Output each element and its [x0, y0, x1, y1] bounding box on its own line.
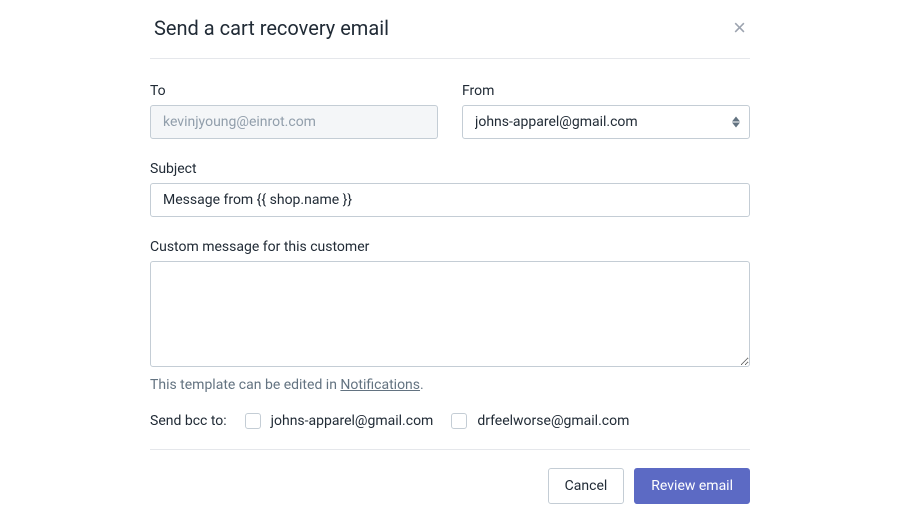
to-input	[150, 105, 438, 139]
message-field: Custom message for this customer	[150, 239, 750, 367]
helper-prefix: This template can be edited in	[150, 377, 340, 393]
from-label: From	[462, 83, 750, 99]
message-label: Custom message for this customer	[150, 239, 750, 255]
to-label: To	[150, 83, 438, 99]
bcc-label: Send bcc to:	[150, 413, 227, 429]
cancel-button[interactable]: Cancel	[548, 468, 625, 504]
close-icon: ×	[733, 15, 746, 40]
modal-header: Send a cart recovery email ×	[150, 0, 750, 59]
cart-recovery-email-modal: Send a cart recovery email × To From joh…	[150, 0, 750, 508]
message-textarea[interactable]	[150, 261, 750, 367]
modal-title: Send a cart recovery email	[154, 16, 389, 40]
bcc-checkbox-1[interactable]	[451, 413, 467, 429]
bcc-checkbox-0[interactable]	[245, 413, 261, 429]
to-field: To	[150, 83, 438, 139]
from-select-wrap: johns-apparel@gmail.com	[462, 105, 750, 139]
helper-text: This template can be edited in Notificat…	[150, 377, 750, 393]
subject-label: Subject	[150, 161, 750, 177]
close-button[interactable]: ×	[729, 17, 750, 39]
modal-footer: Cancel Review email	[150, 468, 750, 508]
bcc-email-0: johns-apparel@gmail.com	[271, 413, 434, 429]
subject-input[interactable]	[150, 183, 750, 217]
to-from-row: To From johns-apparel@gmail.com	[150, 83, 750, 139]
helper-suffix: .	[420, 377, 424, 393]
footer-divider	[150, 449, 750, 450]
bcc-row: Send bcc to: johns-apparel@gmail.com drf…	[150, 413, 750, 429]
bcc-option-1[interactable]: drfeelworse@gmail.com	[451, 413, 629, 429]
notifications-link[interactable]: Notifications	[340, 377, 420, 393]
from-select[interactable]: johns-apparel@gmail.com	[462, 105, 750, 139]
bcc-option-0[interactable]: johns-apparel@gmail.com	[245, 413, 434, 429]
subject-field: Subject	[150, 161, 750, 217]
review-email-button[interactable]: Review email	[634, 468, 750, 504]
from-field: From johns-apparel@gmail.com	[462, 83, 750, 139]
bcc-email-1: drfeelworse@gmail.com	[477, 413, 629, 429]
